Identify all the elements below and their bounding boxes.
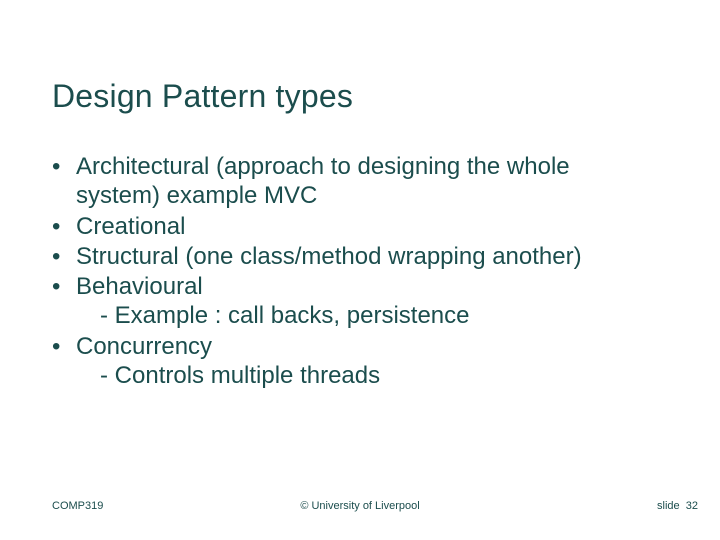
bullet-text: Concurrency	[76, 333, 212, 360]
sub-bullet: - Example : call backs, persistence	[76, 301, 660, 330]
bullet-text: Structural (one class/method wrapping an…	[76, 243, 582, 270]
bullet-item: Structural (one class/method wrapping an…	[52, 242, 660, 271]
bullet-item: Creational	[52, 212, 660, 241]
footer-slide-num: 32	[686, 500, 698, 512]
bullet-text: Architectural (approach to designing the…	[76, 153, 570, 209]
bullet-list: Architectural (approach to designing the…	[52, 152, 660, 390]
sub-bullet-text: - Controls multiple threads	[100, 361, 380, 390]
footer-slide-label: slide	[657, 500, 680, 512]
bullet-item: Behavioural - Example : call backs, pers…	[52, 272, 660, 331]
sub-bullet: - Controls multiple threads	[76, 361, 660, 390]
bullet-item: Architectural (approach to designing the…	[52, 152, 660, 211]
bullet-item: Concurrency - Controls multiple threads	[52, 332, 660, 391]
slide-footer: COMP319 © University of Liverpool slide …	[0, 500, 720, 518]
bullet-text: Behavioural	[76, 273, 203, 300]
footer-slide-number: slide 32	[657, 500, 698, 512]
slide-title: Design Pattern types	[52, 78, 353, 115]
footer-copyright: © University of Liverpool	[0, 500, 720, 512]
bullet-text: Creational	[76, 213, 185, 240]
slide: Design Pattern types Architectural (appr…	[0, 0, 720, 540]
slide-body: Architectural (approach to designing the…	[52, 152, 660, 391]
sub-bullet-text: - Example : call backs, persistence	[100, 301, 469, 330]
